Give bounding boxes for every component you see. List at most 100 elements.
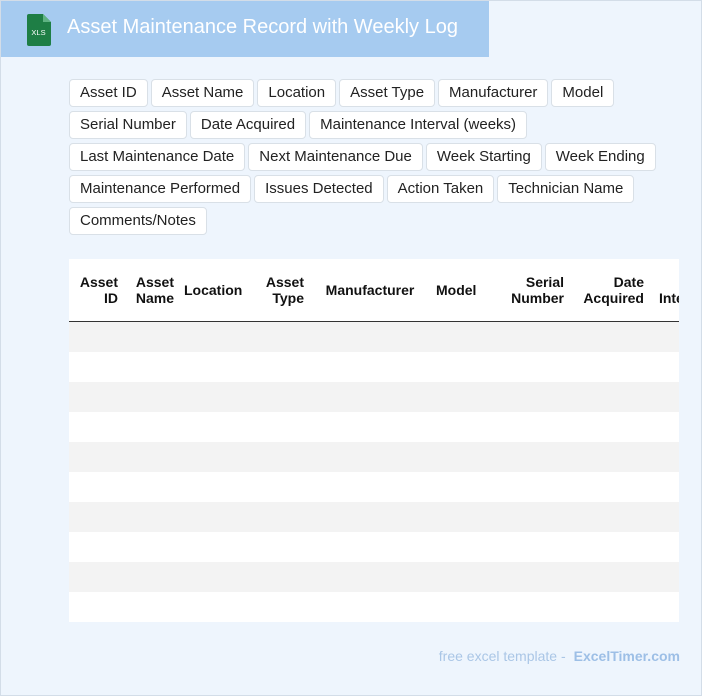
field-tag: Maintenance Interval (weeks) xyxy=(309,111,528,139)
table-cell[interactable] xyxy=(431,442,481,472)
table-cell[interactable] xyxy=(431,472,481,502)
table-cell[interactable] xyxy=(569,532,649,562)
table-cell[interactable] xyxy=(123,352,179,382)
table-cell[interactable] xyxy=(431,592,481,622)
table-cell[interactable] xyxy=(649,502,679,532)
table-cell[interactable] xyxy=(123,472,179,502)
table-cell[interactable] xyxy=(309,592,431,622)
table-cell[interactable] xyxy=(69,442,123,472)
table-cell[interactable] xyxy=(309,321,431,352)
table-cell[interactable] xyxy=(247,412,309,442)
table-cell[interactable] xyxy=(179,382,247,412)
table-cell[interactable] xyxy=(123,382,179,412)
table-cell[interactable] xyxy=(481,532,569,562)
field-tag: Comments/Notes xyxy=(69,207,207,235)
footer-brand-link[interactable]: ExcelTimer.com xyxy=(574,648,680,664)
table-cell[interactable] xyxy=(569,321,649,352)
table-cell[interactable] xyxy=(123,412,179,442)
column-header: Asset Name xyxy=(123,259,179,322)
table-cell[interactable] xyxy=(179,352,247,382)
table-cell[interactable] xyxy=(179,502,247,532)
table-cell[interactable] xyxy=(309,562,431,592)
table-cell[interactable] xyxy=(431,352,481,382)
table-cell[interactable] xyxy=(247,382,309,412)
table-cell[interactable] xyxy=(309,412,431,442)
table-cell[interactable] xyxy=(481,472,569,502)
table-cell[interactable] xyxy=(569,382,649,412)
table-cell[interactable] xyxy=(431,412,481,442)
table-cell[interactable] xyxy=(431,382,481,412)
table-cell[interactable] xyxy=(569,412,649,442)
table-cell[interactable] xyxy=(247,502,309,532)
log-table: Asset ID Asset Name Location Asset Type Manu… xyxy=(69,259,679,622)
table-cell[interactable] xyxy=(247,472,309,502)
table-cell[interactable] xyxy=(431,532,481,562)
table-cell[interactable] xyxy=(431,562,481,592)
table-cell[interactable] xyxy=(69,592,123,622)
table-cell[interactable] xyxy=(179,562,247,592)
table-row xyxy=(69,321,679,352)
table-cell[interactable] xyxy=(247,592,309,622)
table-cell[interactable] xyxy=(309,502,431,532)
table-cell[interactable] xyxy=(481,382,569,412)
table-cell[interactable] xyxy=(123,442,179,472)
table-cell[interactable] xyxy=(309,532,431,562)
table-cell[interactable] xyxy=(69,472,123,502)
table-cell[interactable] xyxy=(481,412,569,442)
table-cell[interactable] xyxy=(69,321,123,352)
table-cell[interactable] xyxy=(69,352,123,382)
table-cell[interactable] xyxy=(569,592,649,622)
table-cell[interactable] xyxy=(179,321,247,352)
table-row xyxy=(69,502,679,532)
table-cell[interactable] xyxy=(481,592,569,622)
table-cell[interactable] xyxy=(481,352,569,382)
table-cell[interactable] xyxy=(123,562,179,592)
table-cell[interactable] xyxy=(649,442,679,472)
table-cell[interactable] xyxy=(69,412,123,442)
table-cell[interactable] xyxy=(481,562,569,592)
table-cell[interactable] xyxy=(569,562,649,592)
table-cell[interactable] xyxy=(247,352,309,382)
table-cell[interactable] xyxy=(69,382,123,412)
table-cell[interactable] xyxy=(309,352,431,382)
table-cell[interactable] xyxy=(69,502,123,532)
table-cell[interactable] xyxy=(123,592,179,622)
table-cell[interactable] xyxy=(649,352,679,382)
table-cell[interactable] xyxy=(179,412,247,442)
table-cell[interactable] xyxy=(649,532,679,562)
table-cell[interactable] xyxy=(481,321,569,352)
table-cell[interactable] xyxy=(123,532,179,562)
table-cell[interactable] xyxy=(481,502,569,532)
table-cell[interactable] xyxy=(179,472,247,502)
table-cell[interactable] xyxy=(649,472,679,502)
table-cell[interactable] xyxy=(569,502,649,532)
table-cell[interactable] xyxy=(123,502,179,532)
table-cell[interactable] xyxy=(309,442,431,472)
table-cell[interactable] xyxy=(179,442,247,472)
table-cell[interactable] xyxy=(649,412,679,442)
table-cell[interactable] xyxy=(179,532,247,562)
table-cell[interactable] xyxy=(69,562,123,592)
table-cell[interactable] xyxy=(569,442,649,472)
table-cell[interactable] xyxy=(481,442,569,472)
table-cell[interactable] xyxy=(309,382,431,412)
table-cell[interactable] xyxy=(569,472,649,502)
table-cell[interactable] xyxy=(247,321,309,352)
table-cell[interactable] xyxy=(649,382,679,412)
table-cell[interactable] xyxy=(431,502,481,532)
column-header: Model xyxy=(431,259,481,322)
table-cell[interactable] xyxy=(649,592,679,622)
table-cell[interactable] xyxy=(247,562,309,592)
table-cell[interactable] xyxy=(69,532,123,562)
column-header: Manufacturer xyxy=(309,259,431,322)
table-cell[interactable] xyxy=(179,592,247,622)
field-tag: Asset ID xyxy=(69,79,148,107)
table-cell[interactable] xyxy=(569,352,649,382)
table-cell[interactable] xyxy=(123,321,179,352)
table-cell[interactable] xyxy=(649,321,679,352)
table-cell[interactable] xyxy=(247,532,309,562)
table-cell[interactable] xyxy=(649,562,679,592)
table-cell[interactable] xyxy=(247,442,309,472)
table-cell[interactable] xyxy=(431,321,481,352)
table-cell[interactable] xyxy=(309,472,431,502)
